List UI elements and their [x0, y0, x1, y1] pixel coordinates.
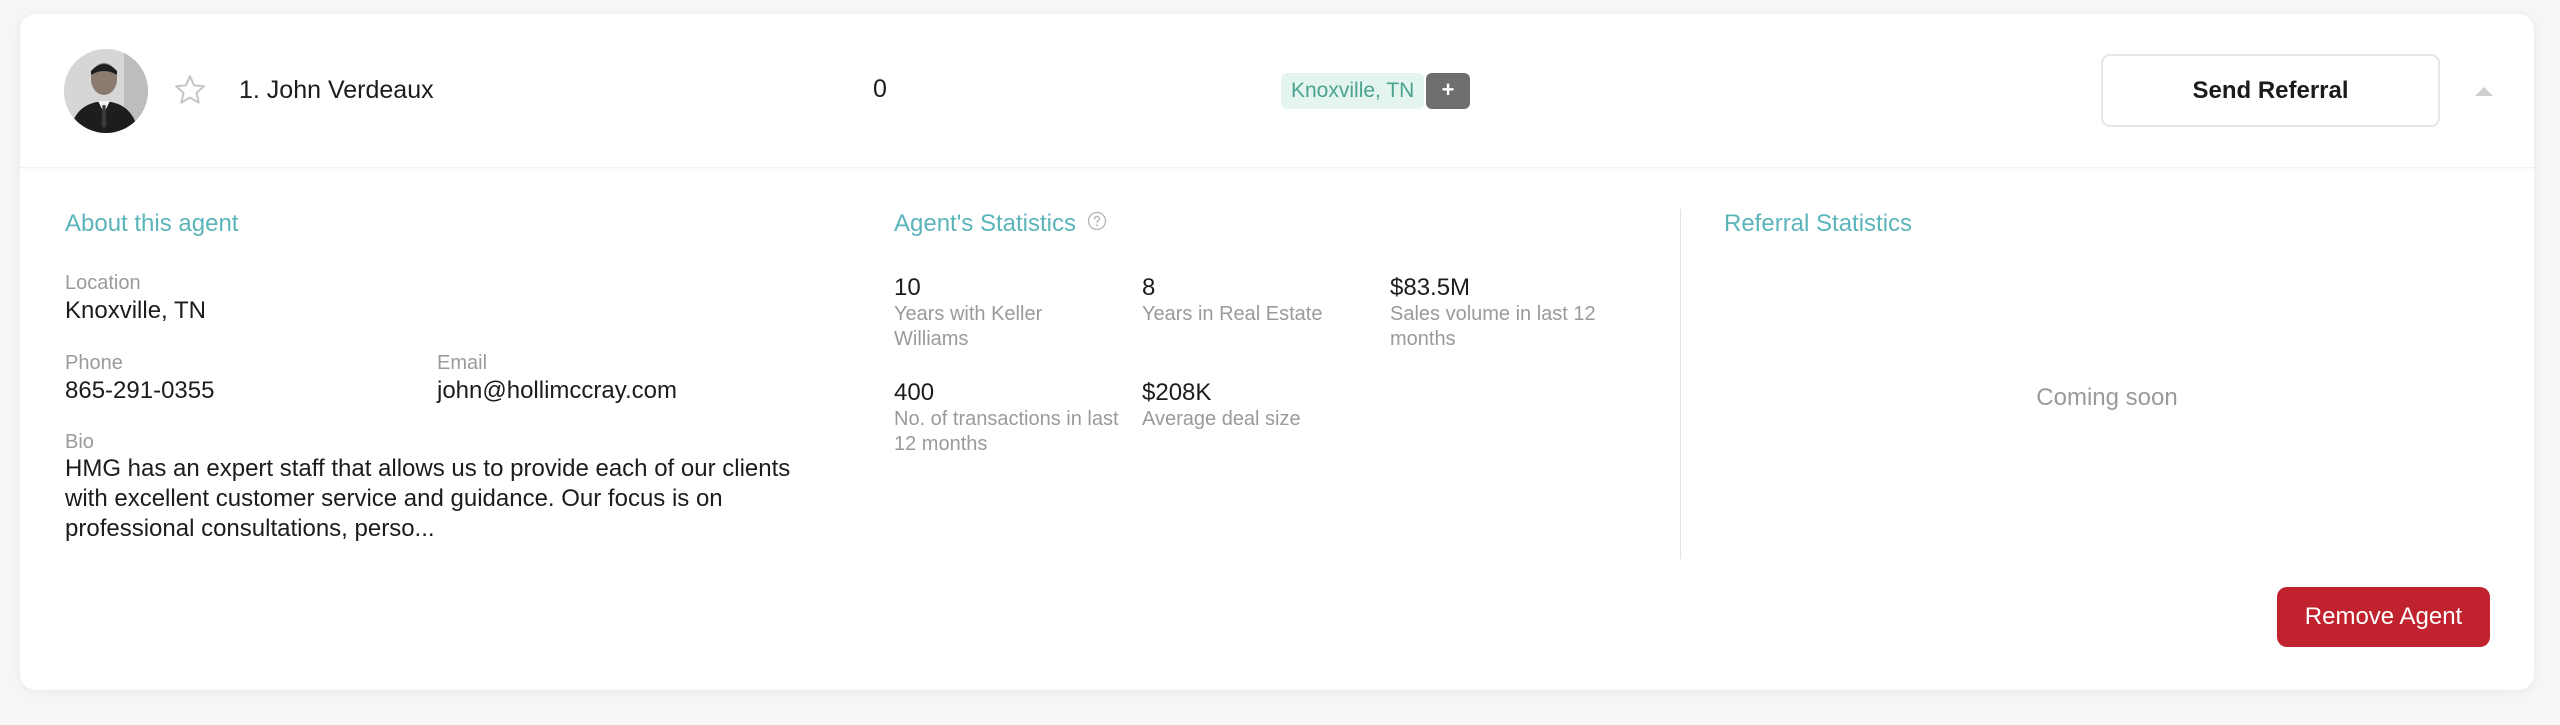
stat-sales-volume-label: Sales volume in last 12 months [1390, 303, 1596, 350]
question-circle-icon[interactable] [1087, 211, 1107, 231]
location-value: Knoxville, TN [65, 297, 206, 324]
stat-years-re-label: Years in Real Estate [1142, 303, 1323, 325]
email-value: john@hollimccray.com [437, 377, 677, 404]
bio-text: HMG has an expert staff that allows us t… [65, 455, 791, 542]
stat-years-kw-value: 10 [894, 274, 921, 301]
more-tags-button[interactable]: + [1426, 73, 1470, 109]
stat-avg-deal-value: $208K [1142, 379, 1212, 406]
stat-avg-deal-label: Average deal size [1142, 408, 1301, 430]
email-label: Email [437, 352, 488, 374]
agent-count: 0 [873, 75, 887, 103]
stat-transactions-value: 400 [894, 379, 935, 406]
star-outline-icon[interactable] [172, 72, 208, 108]
phone-label: Phone [65, 352, 123, 374]
agent-card-header[interactable]: 1. John Verdeaux 0 Knoxville, TN + Send … [20, 14, 2534, 168]
send-referral-button[interactable]: Send Referral [2101, 54, 2440, 127]
about-title: About this agent [65, 210, 239, 237]
stat-years-kw-label: Years with Keller Williams [894, 303, 1043, 350]
location-label: Location [65, 272, 141, 294]
location-tag: Knoxville, TN [1281, 73, 1425, 109]
referral-title: Referral Statistics [1724, 210, 1913, 237]
remove-agent-button[interactable]: Remove Agent [2277, 587, 2490, 647]
phone-value: 865-291-0355 [65, 377, 215, 404]
stats-title: Agent's Statistics [894, 210, 1076, 237]
stat-transactions-label: No. of transactions in last 12 months [894, 408, 1119, 455]
stat-sales-volume-value: $83.5M [1390, 274, 1471, 301]
bio-label: Bio [65, 431, 94, 453]
agent-name: 1. John Verdeaux [239, 76, 434, 104]
avatar-photo-icon [64, 49, 148, 133]
coming-soon-text: Coming soon [2036, 384, 2178, 411]
caret-up-icon[interactable] [2473, 84, 2495, 98]
stat-years-re-value: 8 [1142, 274, 1156, 301]
avatar [64, 49, 148, 133]
agent-card: 1. John Verdeaux 0 Knoxville, TN + Send … [20, 14, 2534, 690]
